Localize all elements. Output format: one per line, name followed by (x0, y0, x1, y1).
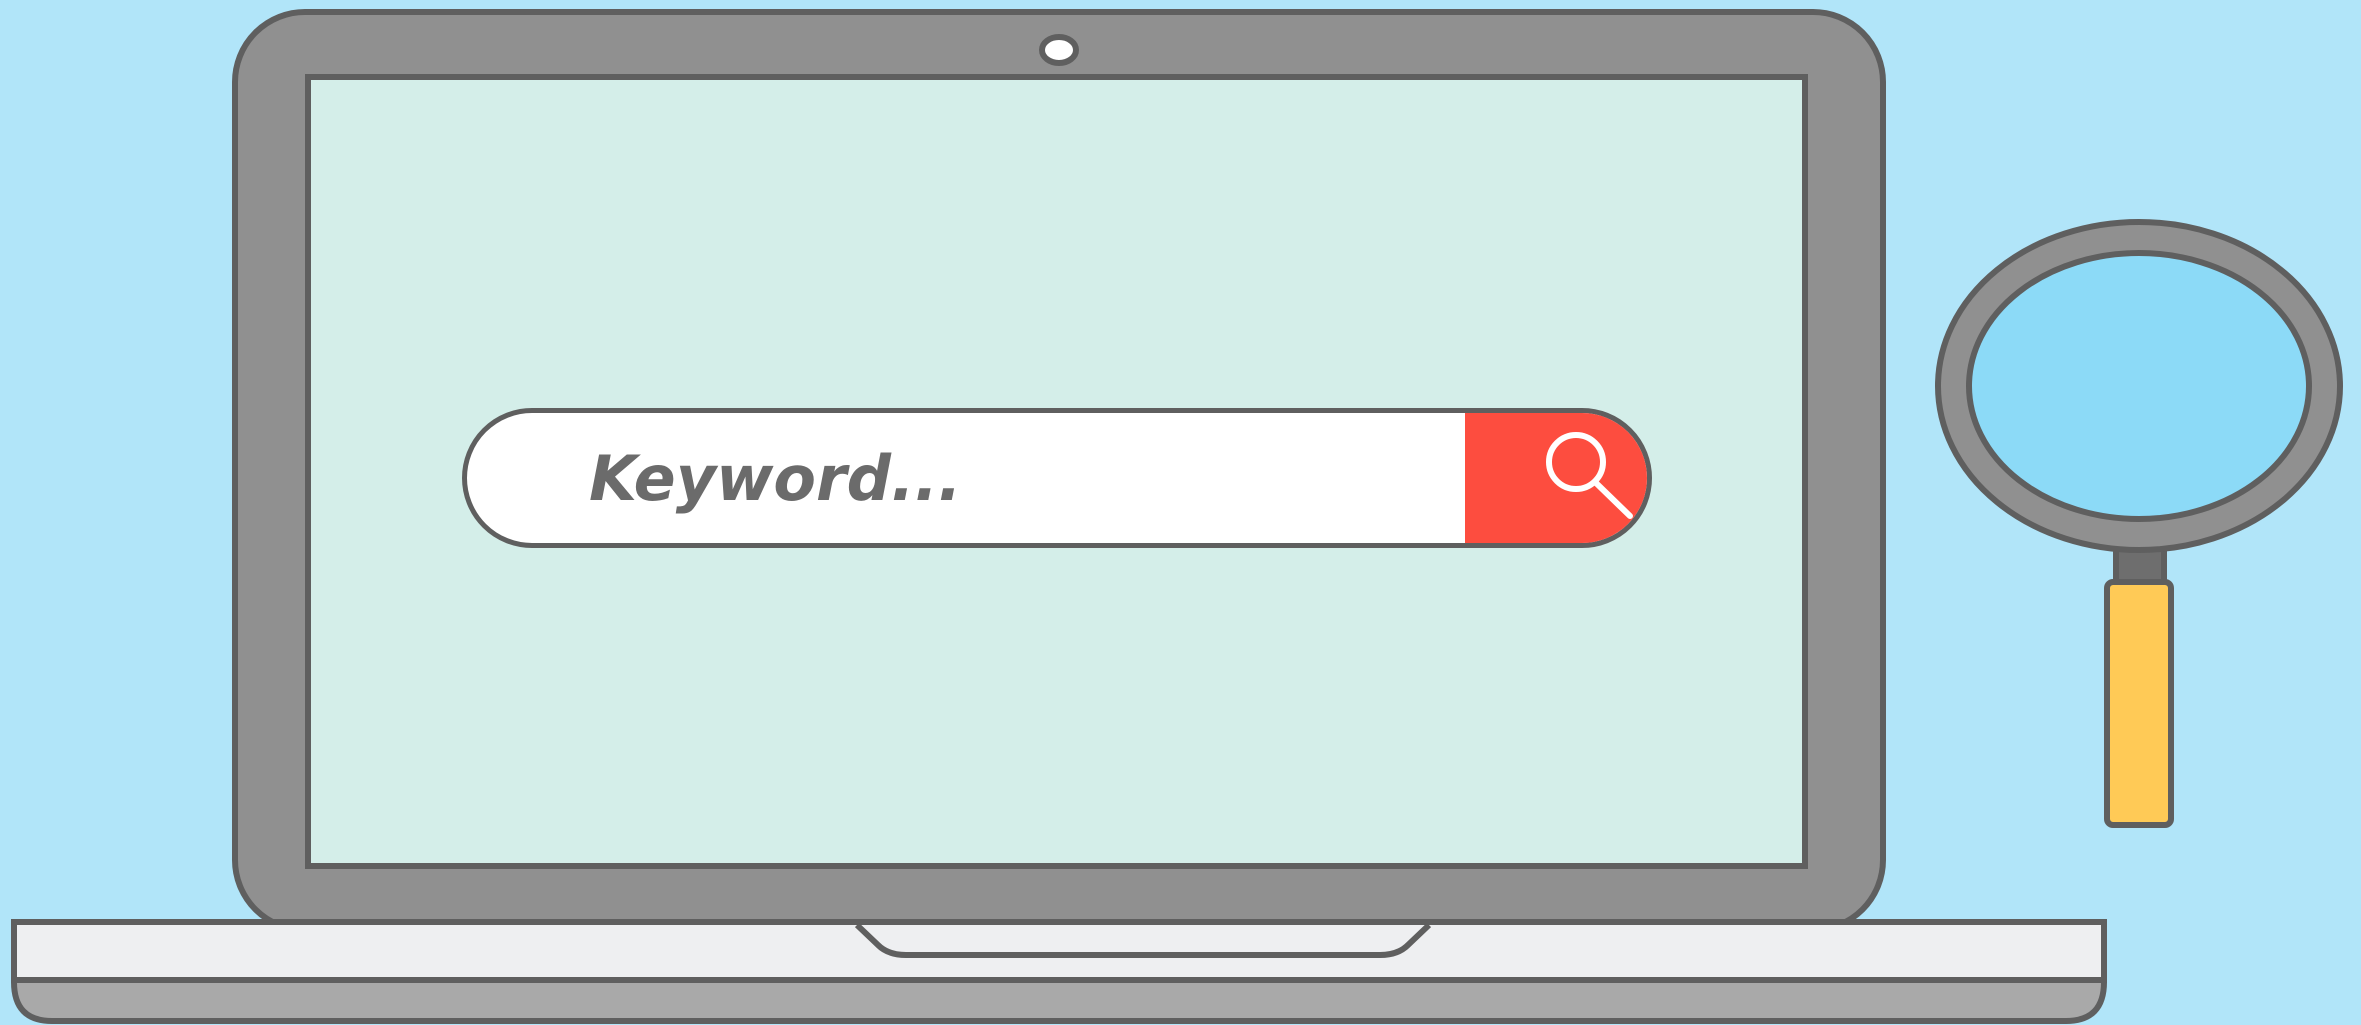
illustration (0, 0, 2361, 1025)
laptop-notch (854, 922, 1432, 958)
search-input[interactable] (467, 413, 1465, 543)
search-icon (1546, 432, 1633, 519)
search-button[interactable] (1465, 413, 1647, 543)
webcam-icon (1039, 34, 1079, 66)
search-bar (462, 408, 1652, 548)
magnifier-lens (1966, 250, 2312, 522)
magnifier-handle (2104, 579, 2174, 828)
